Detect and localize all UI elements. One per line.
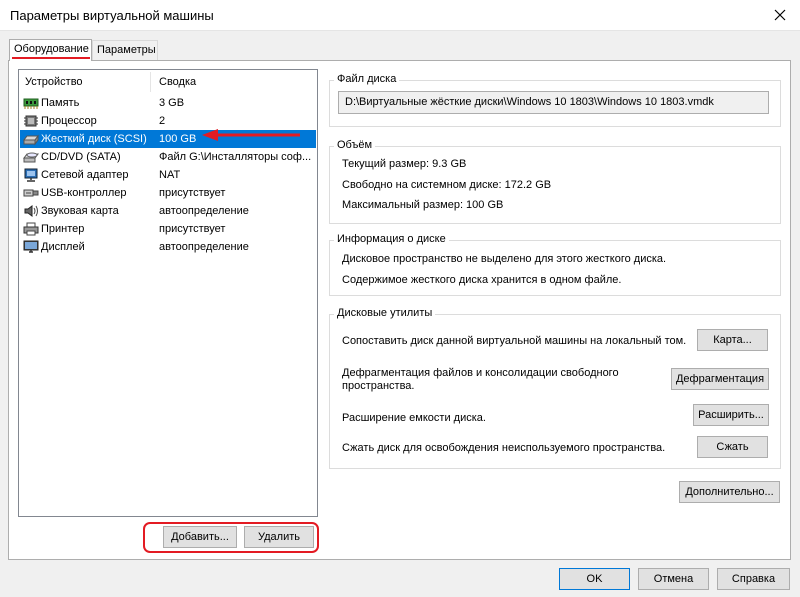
- device-summary: 2: [159, 115, 166, 127]
- map-button[interactable]: Карта...: [697, 329, 768, 351]
- device-summary: автоопределение: [159, 241, 249, 253]
- device-summary: 100 GB: [159, 133, 197, 145]
- window-title: Параметры виртуальной машины: [10, 8, 214, 23]
- advanced-button[interactable]: Дополнительно...: [679, 481, 780, 503]
- device-summary: присутствует: [159, 187, 226, 199]
- device-row-cd-dvd[interactable]: CD/DVD (SATA) Файл G:\Инсталляторы соф..…: [20, 148, 316, 166]
- expand-description: Расширение емкости диска.: [342, 412, 486, 424]
- group-label: Дисковые утилиты: [334, 307, 436, 319]
- group-label: Файл диска: [334, 73, 400, 85]
- device-summary: Файл G:\Инсталляторы соф...: [159, 151, 312, 163]
- disk-info-line: Дисковое пространство не выделено для эт…: [342, 253, 667, 265]
- cd-dvd-icon: [23, 150, 39, 164]
- device-row-printer[interactable]: Принтер присутствует: [20, 220, 316, 238]
- map-description: Сопоставить диск данной виртуальной маши…: [342, 335, 687, 347]
- device-summary: присутствует: [159, 223, 226, 235]
- hard-disk-icon: [23, 132, 39, 146]
- device-name: USB-контроллер: [41, 187, 127, 199]
- device-summary: 3 GB: [159, 97, 185, 109]
- defrag-description: Дефрагментация файлов и консолидации сво…: [342, 367, 619, 379]
- memory-icon: [23, 96, 39, 110]
- device-row-display[interactable]: Дисплей автоопределение: [20, 238, 316, 256]
- max-size-text: Максимальный размер: 100 GB: [342, 199, 504, 211]
- usb-icon: [23, 186, 39, 200]
- ok-button[interactable]: OK: [559, 568, 630, 590]
- disk-info-group: [329, 240, 781, 296]
- device-name: Дисплей: [41, 241, 85, 253]
- device-row-network[interactable]: Сетевой адаптер NAT: [20, 166, 316, 184]
- device-row-usb[interactable]: USB-контроллер присутствует: [20, 184, 316, 202]
- current-size-text: Текущий размер: 9.3 GB: [342, 158, 467, 170]
- network-adapter-icon: [23, 168, 39, 182]
- device-summary: автоопределение: [159, 205, 249, 217]
- device-name: Звуковая карта: [41, 205, 119, 217]
- title-bar: Параметры виртуальной машины: [0, 0, 800, 31]
- group-label: Информация о диске: [334, 233, 449, 245]
- device-row-memory[interactable]: Память 3 GB: [20, 94, 316, 112]
- group-label: Объём: [334, 139, 376, 151]
- tab-annotation-underline: [12, 57, 90, 59]
- compact-description: Сжать диск для освобождения неиспользуем…: [342, 442, 666, 454]
- disk-info-line: Содержимое жесткого диска хранится в одн…: [342, 274, 622, 286]
- free-space-text: Свободно на системном диске: 172.2 GB: [342, 179, 552, 191]
- processor-icon: [23, 114, 39, 128]
- column-header-device[interactable]: Устройство: [25, 76, 83, 88]
- cancel-button[interactable]: Отмена: [638, 568, 709, 590]
- device-name: CD/DVD (SATA): [41, 151, 121, 163]
- device-name: Сетевой адаптер: [41, 169, 129, 181]
- add-button[interactable]: Добавить...: [163, 526, 237, 548]
- device-name: Принтер: [41, 223, 85, 235]
- column-separator: [150, 72, 151, 92]
- column-header-summary[interactable]: Сводка: [159, 76, 196, 88]
- device-row-sound[interactable]: Звуковая карта автоопределение: [20, 202, 316, 220]
- printer-icon: [23, 222, 39, 236]
- list-header: Устройство Сводка: [19, 70, 317, 94]
- defrag-description-line2: пространства.: [342, 380, 415, 392]
- annotation-arrow: [202, 129, 300, 141]
- help-button[interactable]: Справка: [717, 568, 790, 590]
- compact-button[interactable]: Сжать: [697, 436, 768, 458]
- device-name: Жесткий диск (SCSI): [41, 133, 147, 145]
- display-icon: [23, 240, 39, 254]
- device-summary: NAT: [159, 169, 181, 181]
- tab-options[interactable]: Параметры: [92, 40, 158, 60]
- device-name: Процессор: [41, 115, 97, 127]
- expand-button[interactable]: Расширить...: [693, 404, 769, 426]
- device-name: Память: [41, 97, 80, 109]
- disk-path-field[interactable]: D:\Виртуальные жёсткие диски\Windows 10 …: [338, 91, 769, 114]
- remove-button[interactable]: Удалить: [244, 526, 314, 548]
- sound-card-icon: [23, 204, 39, 218]
- close-icon[interactable]: [766, 1, 794, 29]
- defrag-button[interactable]: Дефрагментация: [671, 368, 769, 390]
